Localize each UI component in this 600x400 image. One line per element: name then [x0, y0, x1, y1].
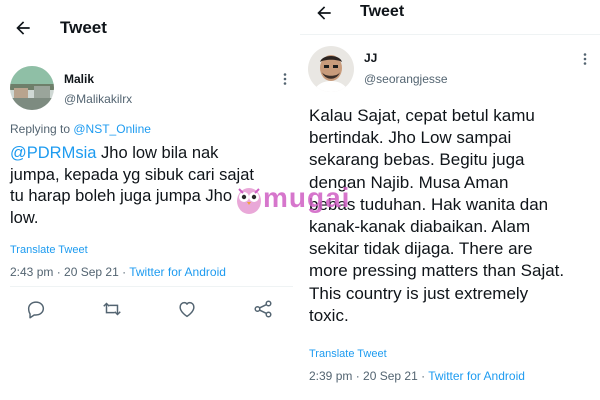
translate-tweet-link[interactable]: Translate Tweet	[309, 348, 387, 360]
meta-separator: ·	[53, 265, 65, 279]
tweet-text-line: This country is just extremely	[309, 283, 529, 303]
left-tweet-panel: Tweet Malik @Malikakilrx Replying to @NS…	[0, 0, 293, 355]
divider	[10, 286, 293, 287]
tweet-text-line: kanak-kanak diabaikan. Alam	[309, 217, 531, 237]
author-name[interactable]: JJ	[364, 51, 377, 65]
more-vertical-icon[interactable]	[578, 52, 592, 66]
meta-separator: ·	[352, 369, 364, 383]
tweet-date[interactable]: 20 Sep 21	[363, 369, 418, 383]
tweet-date[interactable]: 20 Sep 21	[64, 265, 119, 279]
tweet-text-segment: Jho low bila nak	[96, 144, 219, 162]
arrow-left-icon[interactable]	[314, 3, 334, 23]
tweet-text-line: dengan Najib. Musa Aman	[309, 172, 509, 192]
meta-separator: ·	[118, 265, 130, 279]
tweet-text: Kalau Sajat, cepat betul kamu bertindak.…	[309, 105, 599, 327]
meta-separator: ·	[417, 369, 429, 383]
right-tweet-header: Tweet	[300, 0, 600, 28]
translate-tweet-link[interactable]: Translate Tweet	[10, 244, 88, 256]
arrow-left-icon[interactable]	[13, 18, 33, 38]
tweet-text-line: sekitar tidak dijaga. There are	[309, 239, 533, 259]
tweet-actions	[0, 298, 293, 322]
page-title: Tweet	[60, 18, 107, 37]
tweet-text-line: more pressing matters than Sajat.	[309, 261, 565, 281]
tweet-time[interactable]: 2:39 pm	[309, 369, 352, 383]
more-vertical-icon[interactable]	[278, 72, 292, 86]
author-handle[interactable]: @seorangjesse	[364, 72, 448, 86]
tweet-text-line: bertindak. Jho Low sampai	[309, 128, 512, 148]
page-title: Tweet	[360, 3, 405, 20]
tweet-mention[interactable]: @PDRMsia	[10, 144, 96, 162]
watermark-text: mugai	[263, 182, 351, 213]
author-handle[interactable]: @Malikakilrx	[64, 92, 132, 106]
divider	[300, 34, 600, 35]
left-tweet-header: Tweet	[0, 0, 293, 46]
tweet-time[interactable]: 2:43 pm	[10, 265, 53, 279]
watermark: mugai	[234, 180, 349, 220]
avatar[interactable]	[308, 46, 354, 92]
heart-icon[interactable]	[176, 298, 198, 320]
tweet-meta: 2:43 pm · 20 Sep 21 · Twitter for Androi…	[10, 265, 226, 279]
tweet-meta: 2:39 pm · 20 Sep 21 · Twitter for Androi…	[309, 369, 525, 383]
tweet-text-line: sekarang bebas. Begitu juga	[309, 150, 525, 170]
tweet-text-line: @PDRMsia Jho low bila nak	[10, 143, 292, 165]
tweet-text-line: bebas tuduhan. Hak wanita dan	[309, 194, 549, 214]
tweet-source-link[interactable]: Twitter for Android	[129, 265, 226, 279]
reply-icon[interactable]	[25, 298, 47, 320]
share-icon[interactable]	[252, 298, 274, 320]
owl-mascot-icon	[237, 188, 261, 214]
author-name[interactable]: Malik	[64, 72, 94, 86]
tweet-text-line: Kalau Sajat, cepat betul kamu	[309, 106, 535, 125]
tweet-source-link[interactable]: Twitter for Android	[428, 369, 525, 383]
replying-to-line: Replying to @NST_Online	[10, 122, 151, 136]
retweet-icon[interactable]	[101, 298, 123, 320]
replying-to-prefix: Replying to	[10, 122, 74, 136]
replying-to-mention[interactable]: @NST_Online	[73, 122, 151, 136]
tweet-text-line: toxic.	[309, 305, 349, 325]
avatar[interactable]	[10, 66, 54, 110]
